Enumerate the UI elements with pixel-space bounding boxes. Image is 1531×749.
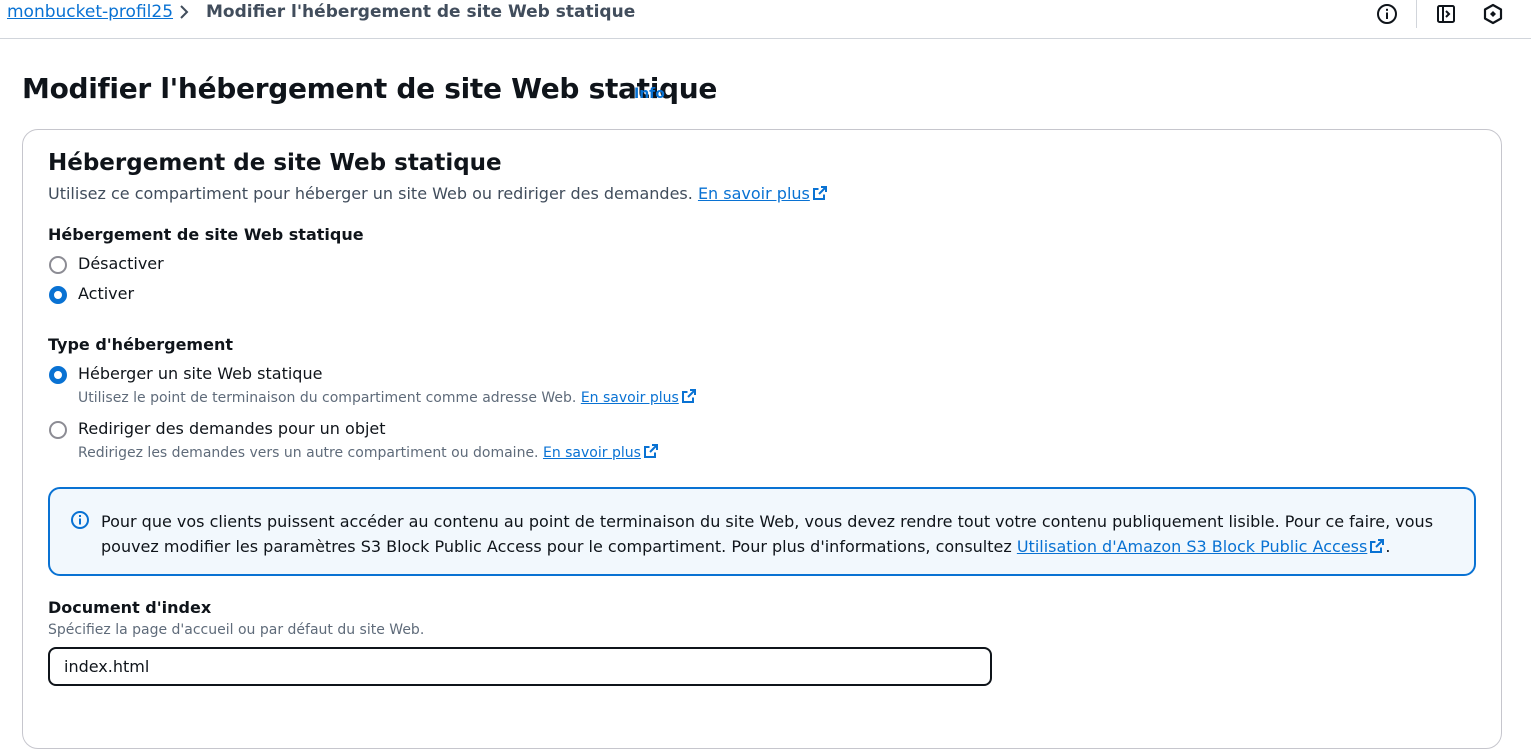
- external-link-icon: [681, 389, 696, 403]
- settings-hex-icon[interactable]: [1482, 3, 1504, 25]
- external-link-icon: [643, 444, 658, 458]
- section-title: Hébergement de site Web statique: [48, 150, 502, 176]
- learn-more-label: En savoir plus: [697, 184, 810, 203]
- info-link[interactable]: Info: [634, 86, 665, 102]
- option-redirect-label[interactable]: Rediriger des demandes pour un objet: [78, 419, 386, 438]
- alert-message: Pour que vos clients puissent accéder au…: [101, 509, 1441, 559]
- radio-disable[interactable]: [49, 256, 67, 274]
- breadcrumb-bucket-link[interactable]: monbucket-profil25: [7, 2, 173, 22]
- option-disable-label[interactable]: Désactiver: [78, 254, 164, 273]
- host-static-learn-more-link[interactable]: En savoir plus: [580, 389, 697, 406]
- section-description: Utilisez ce compartiment pour héberger u…: [48, 184, 828, 203]
- redirect-learn-more-link[interactable]: En savoir plus: [542, 444, 659, 461]
- top-bar: monbucket-profil25 Modifier l'hébergemen…: [0, 0, 1531, 39]
- host-static-learn-more-label: En savoir plus: [580, 390, 679, 406]
- breadcrumb-current: Modifier l'hébergement de site Web stati…: [206, 2, 636, 22]
- radio-host-static[interactable]: [49, 366, 67, 384]
- hosting-type-label: Type d'hébergement: [48, 335, 233, 354]
- info-alert: Pour que vos clients puissent accéder au…: [48, 487, 1476, 576]
- option-enable-label[interactable]: Activer: [78, 284, 134, 303]
- option-redirect-description: Redirigez les demandes vers un autre com…: [78, 443, 659, 461]
- index-document-input[interactable]: [48, 647, 992, 686]
- option-host-static-label[interactable]: Héberger un site Web statique: [78, 364, 322, 383]
- option-host-static-description: Utilisez le point de terminaison du comp…: [78, 388, 697, 406]
- redirect-description-text: Redirigez les demandes vers un autre com…: [78, 445, 539, 461]
- host-static-description-text: Utilisez le point de terminaison du comp…: [78, 390, 577, 406]
- hosting-label: Hébergement de site Web statique: [48, 225, 364, 244]
- external-link-icon: [812, 186, 827, 200]
- info-circle-icon[interactable]: [1376, 3, 1398, 25]
- panel-icon[interactable]: [1435, 3, 1457, 25]
- info-circle-icon: [71, 511, 89, 529]
- radio-enable[interactable]: [49, 286, 67, 304]
- redirect-learn-more-label: En savoir plus: [542, 445, 641, 461]
- learn-more-link[interactable]: En savoir plus: [698, 184, 828, 203]
- section-description-text: Utilisez ce compartiment pour héberger u…: [48, 184, 693, 203]
- toolbar-divider: [1416, 0, 1417, 28]
- page-title: Modifier l'hébergement de site Web stati…: [22, 72, 718, 105]
- index-document-description: Spécifiez la page d'accueil ou par défau…: [48, 622, 425, 638]
- external-link-icon: [1370, 539, 1385, 553]
- block-public-access-label: Utilisation d'Amazon S3 Block Public Acc…: [1016, 537, 1368, 556]
- block-public-access-link[interactable]: Utilisation d'Amazon S3 Block Public Acc…: [1017, 537, 1386, 556]
- radio-redirect[interactable]: [49, 421, 67, 439]
- alert-suffix: .: [1385, 537, 1391, 556]
- chevron-right-icon: [180, 5, 189, 19]
- index-document-label: Document d'index: [48, 598, 212, 617]
